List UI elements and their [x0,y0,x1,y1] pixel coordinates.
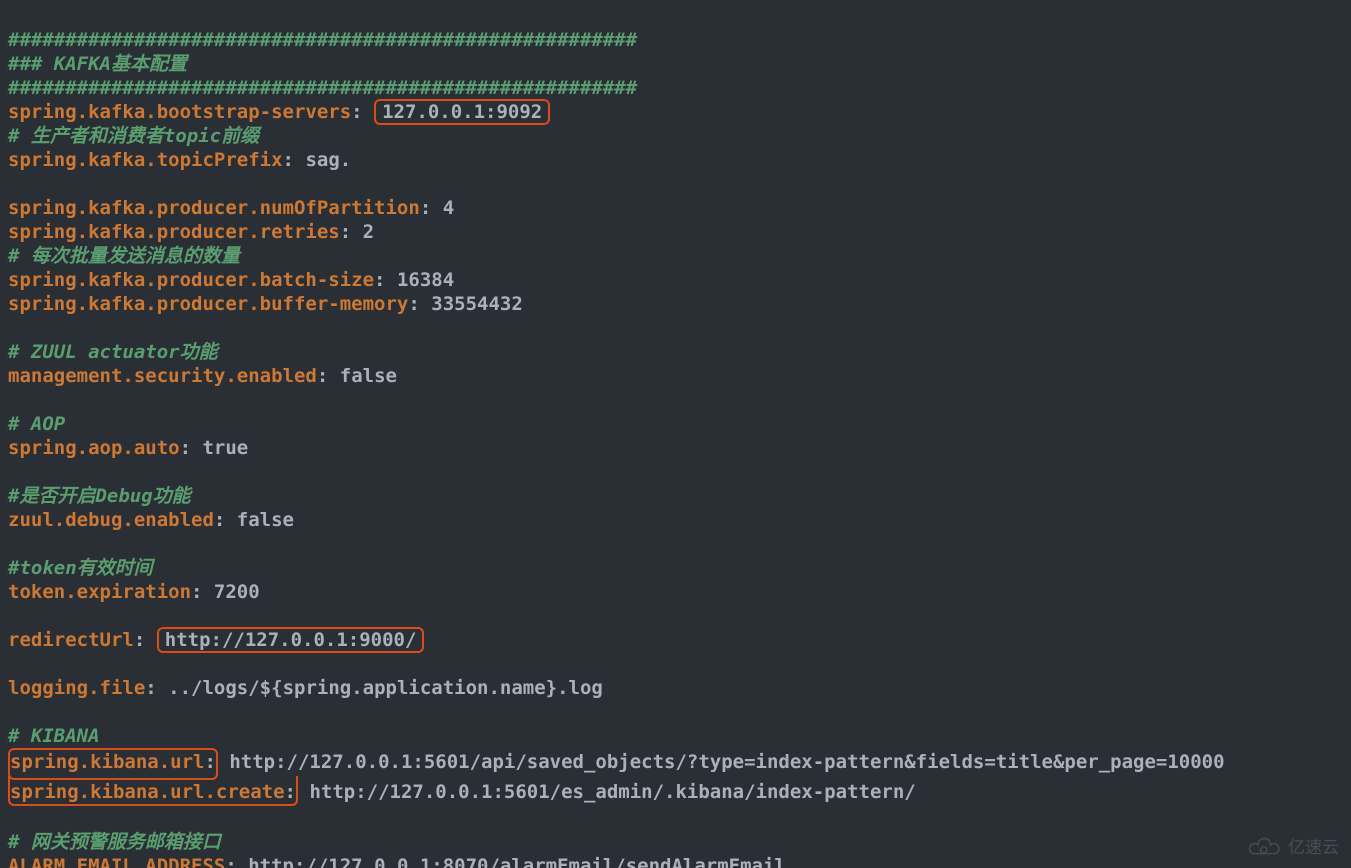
comment-line: # 网关预警服务邮箱接口 [8,831,221,853]
comment-text: 功能 [153,485,191,507]
comment-text: 基本配置 [111,53,187,75]
prop-key: redirectUrl [8,629,134,651]
watermark: 亿速云 [1244,836,1339,860]
prop-value: 7200 [202,581,259,603]
comment-text: Debug [95,485,152,507]
prop-key: token.expiration [8,581,191,603]
prop-value: false [225,509,294,531]
watermark-text: 亿速云 [1288,836,1339,860]
prop-key: spring.kibana.url [10,751,204,773]
comment-line: ### KAFKA [8,53,111,75]
prop-value: 16384 [386,269,455,291]
comment-line: # [8,485,19,507]
comment-line: ########################################… [8,77,637,99]
prop-key: spring.kafka.topicPrefix [8,149,283,171]
prop-value: false [328,365,397,387]
prop-key: spring.aop.auto [8,437,180,459]
prop-key: spring.kafka.producer.retries [8,221,340,243]
comment-line: # 每次批量发送消息的数量 [8,245,240,267]
prop-value: http://127.0.0.1:5601/api/saved_objects/… [218,751,1225,773]
prop-key: management.security.enabled [8,365,317,387]
highlight-box-kibana-2: spring.kibana.url.create: [8,776,298,806]
prop-value: http://127.0.0.1:5601/es_admin/.kibana/i… [298,781,916,803]
comment-line: ########################################… [8,29,637,51]
cloud-icon [1244,837,1282,859]
prop-key: spring.kafka.bootstrap-servers [8,101,351,123]
prop-value: true [191,437,248,459]
prop-value: http://127.0.0.1:8070/alarmEmail/sendAla… [237,855,786,868]
comment-text: 有效时间 [77,557,153,579]
comment-line: # KIBANA [8,725,100,747]
prop-key: spring.kibana.url.create [10,781,285,803]
highlight-box-bootstrap: 127.0.0.1:9092 [374,99,550,125]
prop-key: ALARM_EMAIL_ADDRESS [8,855,225,868]
prop-key: spring.kafka.producer.numOfPartition [8,197,420,219]
comment-line: # AOP [8,413,65,435]
prop-value: 127.0.0.1:9092 [382,101,542,123]
prop-value: 2 [351,221,374,243]
comment-line: # ZUUL actuator [8,341,180,363]
comment-text: 是否开启 [19,485,95,507]
prop-key: spring.kafka.producer.buffer-memory [8,293,408,315]
prop-value: sag. [294,149,351,171]
highlight-box-redirect: http://127.0.0.1:9000/ [157,627,425,653]
prop-value: http://127.0.0.1:9000/ [165,629,417,651]
code-editor: ########################################… [0,0,1351,868]
comment-line: # 生产者和消费者topic前缀 [8,125,259,147]
prop-value: ../logs/${spring.application.name}.log [157,677,603,699]
prop-value: 4 [431,197,454,219]
comment-text: 功能 [180,341,218,363]
comment-line: #token [8,557,77,579]
prop-key: zuul.debug.enabled [8,509,214,531]
prop-key: logging.file [8,677,145,699]
prop-value: 33554432 [420,293,523,315]
prop-key: spring.kafka.producer.batch-size [8,269,374,291]
